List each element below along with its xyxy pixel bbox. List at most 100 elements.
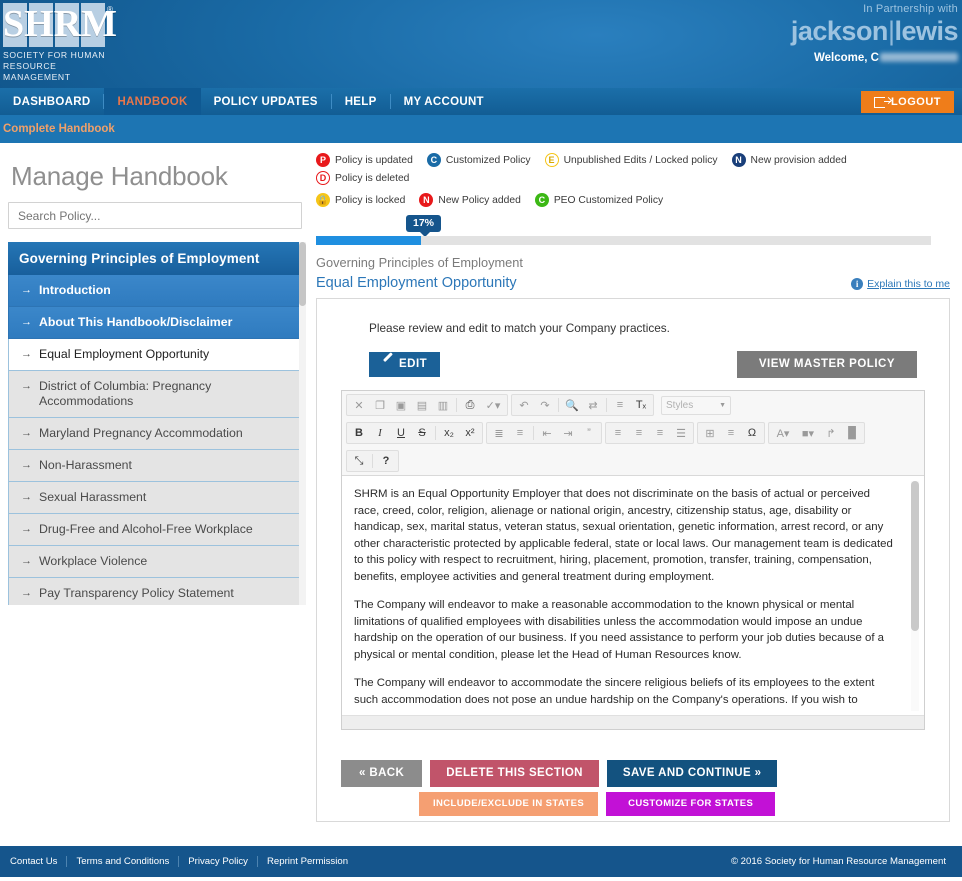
explain-this-to-me[interactable]: i Explain this to me [851, 278, 950, 290]
paste-as-text-icon[interactable]: ▤ [412, 396, 432, 414]
image-icon[interactable]: █ [842, 424, 862, 442]
sidebar-item-workplace-violence[interactable]: → Workplace Violence [8, 546, 300, 578]
customize-for-states-button[interactable]: CUSTOMIZE FOR STATES [606, 792, 776, 816]
sidebar-item-label: About This Handbook/Disclaimer [39, 315, 233, 329]
text-color-icon[interactable]: A▾ [771, 424, 795, 442]
background-color-icon[interactable]: ■▾ [796, 424, 820, 442]
legend-label: Customized Policy [445, 154, 531, 166]
completion-progress: 17% [316, 215, 950, 247]
footer-link-reprint-permission[interactable]: Reprint Permission [258, 856, 357, 867]
partner-logo-jackson-lewis: jackson|lewis [790, 16, 959, 46]
save-and-continue-button[interactable]: SAVE AND CONTINUE » [606, 760, 778, 787]
view-master-policy-button[interactable]: VIEW MASTER POLICY [736, 351, 917, 378]
sidebar-scrollbar[interactable] [299, 242, 306, 605]
legend-item-customized-policy: C Customized Policy [426, 153, 531, 167]
align-right-icon[interactable]: ≡ [650, 424, 670, 442]
redo-icon[interactable]: ↷ [535, 396, 555, 414]
editor-action-row: EDIT VIEW MASTER POLICY [369, 351, 917, 378]
horizontal-rule-icon[interactable]: ≡ [721, 424, 741, 442]
italic-icon[interactable]: I [370, 424, 390, 442]
decrease-indent-icon[interactable]: ⇤ [537, 424, 557, 442]
sidebar-item-maryland-pregnancy-accommodation[interactable]: → Maryland Pregnancy Accommodation [8, 418, 300, 450]
increase-indent-icon[interactable]: ⇥ [558, 424, 578, 442]
footer-link-contact-us[interactable]: Contact Us [8, 856, 68, 867]
sidebar-scrollbar-thumb[interactable] [299, 242, 306, 306]
superscript-icon[interactable]: x² [460, 424, 480, 442]
policy-menu-header[interactable]: Governing Principles of Employment [8, 242, 300, 275]
align-center-icon[interactable]: ≡ [629, 424, 649, 442]
styles-dropdown[interactable]: Styles ▼ [661, 395, 731, 415]
sidebar-item-non-harassment[interactable]: → Non-Harassment [8, 450, 300, 482]
sidebar-item-about-this-handbook[interactable]: → About This Handbook/Disclaimer [8, 307, 300, 339]
sidebar-item-equal-employment-opportunity[interactable]: → Equal Employment Opportunity [8, 339, 300, 371]
spellcheck-icon[interactable]: ✓▾ [481, 396, 505, 414]
back-button[interactable]: « BACK [341, 760, 423, 787]
breadcrumb: Governing Principles of Employment [316, 255, 523, 270]
paste-from-word-icon[interactable]: ▥ [433, 396, 453, 414]
help-icon[interactable]: ? [376, 452, 396, 470]
subnav-item-complete-handbook[interactable]: Complete Handbook [3, 123, 115, 135]
sidebar-item-introduction[interactable]: → Introduction [8, 275, 300, 307]
page-title: Manage Handbook [11, 161, 228, 191]
nav-item-policy-updates[interactable]: POLICY UPDATES [201, 88, 331, 115]
table-icon[interactable]: ⊞ [700, 424, 720, 442]
remove-format-icon[interactable]: Tₓ [631, 396, 651, 414]
underline-icon[interactable]: U [391, 424, 411, 442]
arrow-right-icon: → [21, 348, 32, 360]
logo-tagline-line2: RESOURCE MANAGEMENT [3, 61, 71, 82]
delete-section-button[interactable]: DELETE THIS SECTION [430, 760, 599, 787]
undo-icon[interactable]: ↶ [514, 396, 534, 414]
footer-link-terms-and-conditions[interactable]: Terms and Conditions [67, 856, 180, 867]
explain-link[interactable]: Explain this to me [867, 278, 950, 290]
editor-scrollbar-thumb[interactable] [911, 481, 919, 631]
shrm-logo[interactable]: SHRM ® SOCIETY FOR HUMAN RESOURCE MANAGE… [3, 3, 117, 83]
replace-icon[interactable]: ⇄ [583, 396, 603, 414]
sidebar-item-sexual-harassment[interactable]: → Sexual Harassment [8, 482, 300, 514]
legend-label: New Policy added [438, 194, 521, 206]
nav-item-help[interactable]: HELP [332, 88, 390, 115]
paste-icon[interactable]: ▣ [391, 396, 411, 414]
bold-icon[interactable]: B [349, 424, 369, 442]
arrow-right-icon: → [21, 523, 32, 535]
logo-mark: SHRM ® [3, 3, 117, 47]
policy-deleted-badge-icon: D [316, 171, 330, 185]
bulleted-list-icon[interactable]: ≡ [510, 424, 530, 442]
nav-item-my-account[interactable]: MY ACCOUNT [391, 88, 497, 115]
print-icon[interactable]: ⎙ [460, 396, 480, 414]
toolbar-group-paragraph: ≣ ≡ ⇤ ⇥ ” [486, 422, 602, 444]
nav-item-handbook[interactable]: HANDBOOK [104, 88, 201, 115]
maximize-icon[interactable]: ⤡ [349, 452, 369, 470]
subscript-icon[interactable]: x₂ [439, 424, 459, 442]
editor-scrollbar[interactable] [911, 481, 919, 711]
editor-text-area[interactable]: SHRM is an Equal Opportunity Employer th… [342, 475, 924, 715]
editor-toolbar-row-2: B I U S x₂ x² ≣ ≡ ⇤ ⇥ ” ≡ ≡ ≡ ☰ ⊞ ≡ Ω A▾… [342, 419, 924, 447]
cut-icon[interactable]: ✕ [349, 396, 369, 414]
edit-button[interactable]: EDIT [369, 352, 441, 377]
special-character-icon[interactable]: Ω [742, 424, 762, 442]
search-policy-input[interactable] [8, 202, 302, 229]
legend-label: PEO Customized Policy [553, 194, 664, 206]
sidebar-item-dc-pregnancy-accommodations[interactable]: → District of Columbia: Pregnancy Accomm… [8, 371, 300, 418]
sidebar-item-pay-transparency[interactable]: → Pay Transparency Policy Statement [8, 578, 300, 605]
page-break-icon[interactable]: ↱ [821, 424, 841, 442]
footer-link-privacy-policy[interactable]: Privacy Policy [179, 856, 258, 867]
chevron-down-icon: ▼ [719, 401, 726, 409]
justify-icon[interactable]: ☰ [671, 424, 691, 442]
nav-item-dashboard[interactable]: DASHBOARD [0, 88, 103, 115]
arrow-right-icon: → [21, 316, 32, 328]
toolbar-group-colors: A▾ ■▾ ↱ █ [768, 422, 865, 444]
primary-action-row: « BACK DELETE THIS SECTION SAVE AND CONT… [341, 760, 925, 787]
sidebar-item-drug-free-workplace[interactable]: → Drug-Free and Alcohol-Free Workplace [8, 514, 300, 546]
copy-icon[interactable]: ❐ [370, 396, 390, 414]
editor-status-bar [342, 715, 924, 729]
logout-button[interactable]: LOGOUT [860, 91, 954, 113]
align-left-icon[interactable]: ≡ [608, 424, 628, 442]
find-icon[interactable]: 🔍 [562, 396, 582, 414]
select-all-icon[interactable]: ≡ [610, 396, 630, 414]
numbered-list-icon[interactable]: ≣ [489, 424, 509, 442]
blockquote-icon[interactable]: ” [579, 424, 599, 442]
legend-label: New provision added [750, 154, 847, 166]
include-exclude-states-button[interactable]: INCLUDE/EXCLUDE IN STATES [419, 792, 599, 816]
partner-first: jackson [790, 16, 889, 46]
strikethrough-icon[interactable]: S [412, 424, 432, 442]
